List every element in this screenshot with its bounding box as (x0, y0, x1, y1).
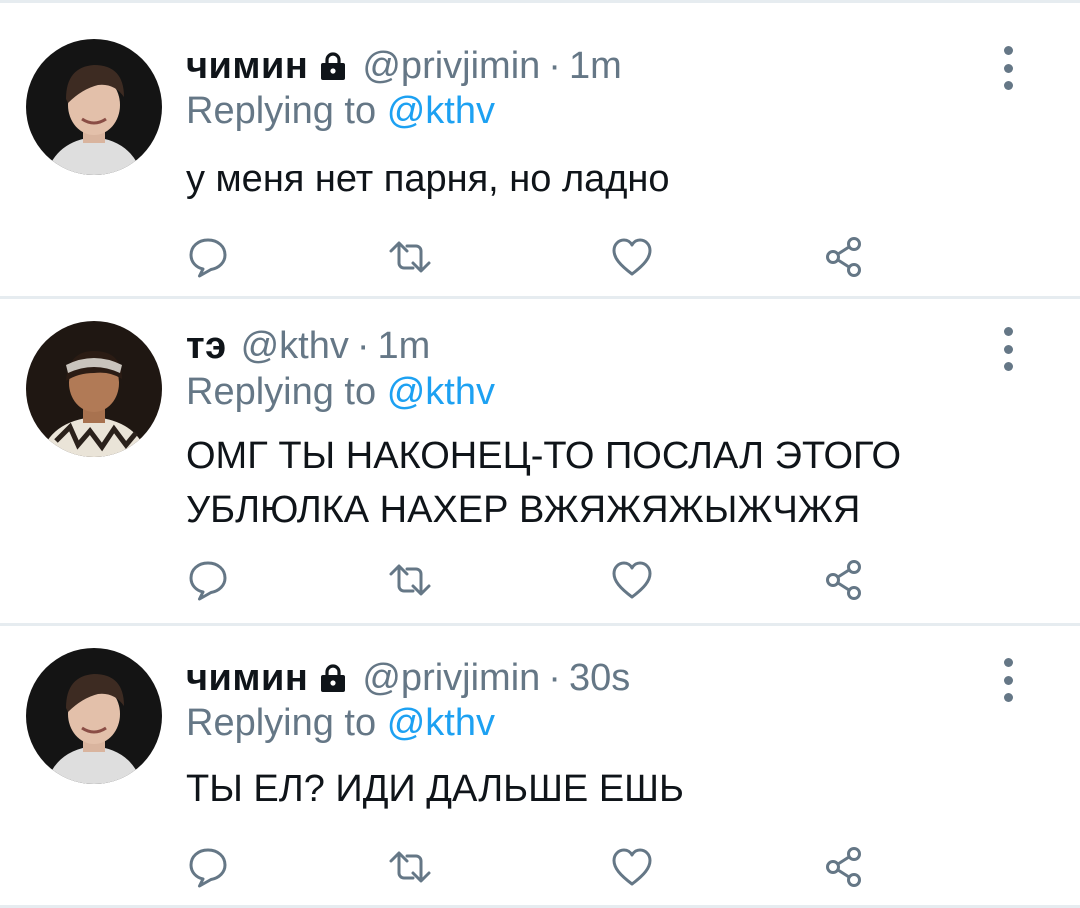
timestamp[interactable]: 30s (569, 657, 630, 700)
user-handle[interactable]: @kthv (241, 325, 349, 368)
tweet[interactable]: чимин @privjimin · 1m Replying to @kthv … (0, 0, 1080, 298)
avatar-image (26, 321, 162, 457)
tweet[interactable]: чимин @privjimin · 30s Replying to @kthv… (0, 626, 1080, 908)
tweet-actions (186, 235, 886, 279)
tweet-header: чимин @privjimin · 30s (186, 654, 630, 702)
reply-icon[interactable] (186, 558, 230, 602)
replying-to: Replying to @kthv (186, 371, 495, 414)
tweet-text: ТЫ ЕЛ? ИДИ ДАЛЬШЕ ЕШЬ (186, 768, 684, 810)
tweet-actions (186, 558, 886, 602)
timestamp[interactable]: 1m (378, 325, 431, 368)
mention-link[interactable]: @kthv (387, 90, 495, 132)
user-handle[interactable]: @privjimin (362, 45, 540, 88)
replying-to: Replying to @kthv (186, 702, 495, 745)
separator-dot: · (356, 324, 370, 367)
display-name[interactable]: чимин (186, 45, 308, 88)
timeline: чимин @privjimin · 1m Replying to @kthv … (0, 0, 1080, 908)
replying-to: Replying to @kthv (186, 90, 495, 133)
lock-icon (318, 663, 348, 693)
lock-icon (318, 51, 348, 81)
display-name[interactable]: тэ (186, 325, 227, 368)
tweet-header: тэ @kthv · 1m (186, 322, 430, 370)
tweet-text: у меня нет парня, но ладно (186, 158, 670, 200)
reply-icon[interactable] (186, 235, 230, 279)
replying-to-label: Replying to (186, 702, 377, 744)
heart-icon[interactable] (610, 235, 654, 279)
timestamp[interactable]: 1m (569, 45, 622, 88)
share-icon[interactable] (822, 235, 866, 279)
tweet-header: чимин @privjimin · 1m (186, 42, 622, 90)
mention-link[interactable]: @kthv (387, 702, 495, 744)
avatar-image (26, 39, 162, 175)
share-icon[interactable] (822, 845, 866, 889)
tweet-text: ОМГ ТЫ НАКОНЕЦ-ТО ПОСЛАЛ ЭТОГО УБЛЮЛКА Н… (186, 435, 902, 531)
separator-dot: · (548, 656, 561, 699)
mention-link[interactable]: @kthv (387, 371, 495, 413)
more-vertical-icon[interactable] (992, 327, 1024, 371)
reply-icon[interactable] (186, 845, 230, 889)
retweet-icon[interactable] (388, 558, 432, 602)
tweet-actions (186, 845, 886, 889)
separator-dot: · (548, 44, 561, 87)
replying-to-label: Replying to (186, 371, 377, 413)
heart-icon[interactable] (610, 558, 654, 602)
retweet-icon[interactable] (388, 845, 432, 889)
share-icon[interactable] (822, 558, 866, 602)
user-handle[interactable]: @privjimin (362, 657, 540, 700)
avatar[interactable] (26, 648, 162, 784)
display-name[interactable]: чимин (186, 657, 308, 700)
more-vertical-icon[interactable] (992, 658, 1024, 702)
retweet-icon[interactable] (388, 235, 432, 279)
avatar[interactable] (26, 321, 162, 457)
tweet[interactable]: тэ @kthv · 1m Replying to @kthv ОМГ ТЫ Н… (0, 299, 1080, 625)
more-vertical-icon[interactable] (992, 46, 1024, 90)
replying-to-label: Replying to (186, 90, 377, 132)
avatar-image (26, 648, 162, 784)
heart-icon[interactable] (610, 845, 654, 889)
avatar[interactable] (26, 39, 162, 175)
